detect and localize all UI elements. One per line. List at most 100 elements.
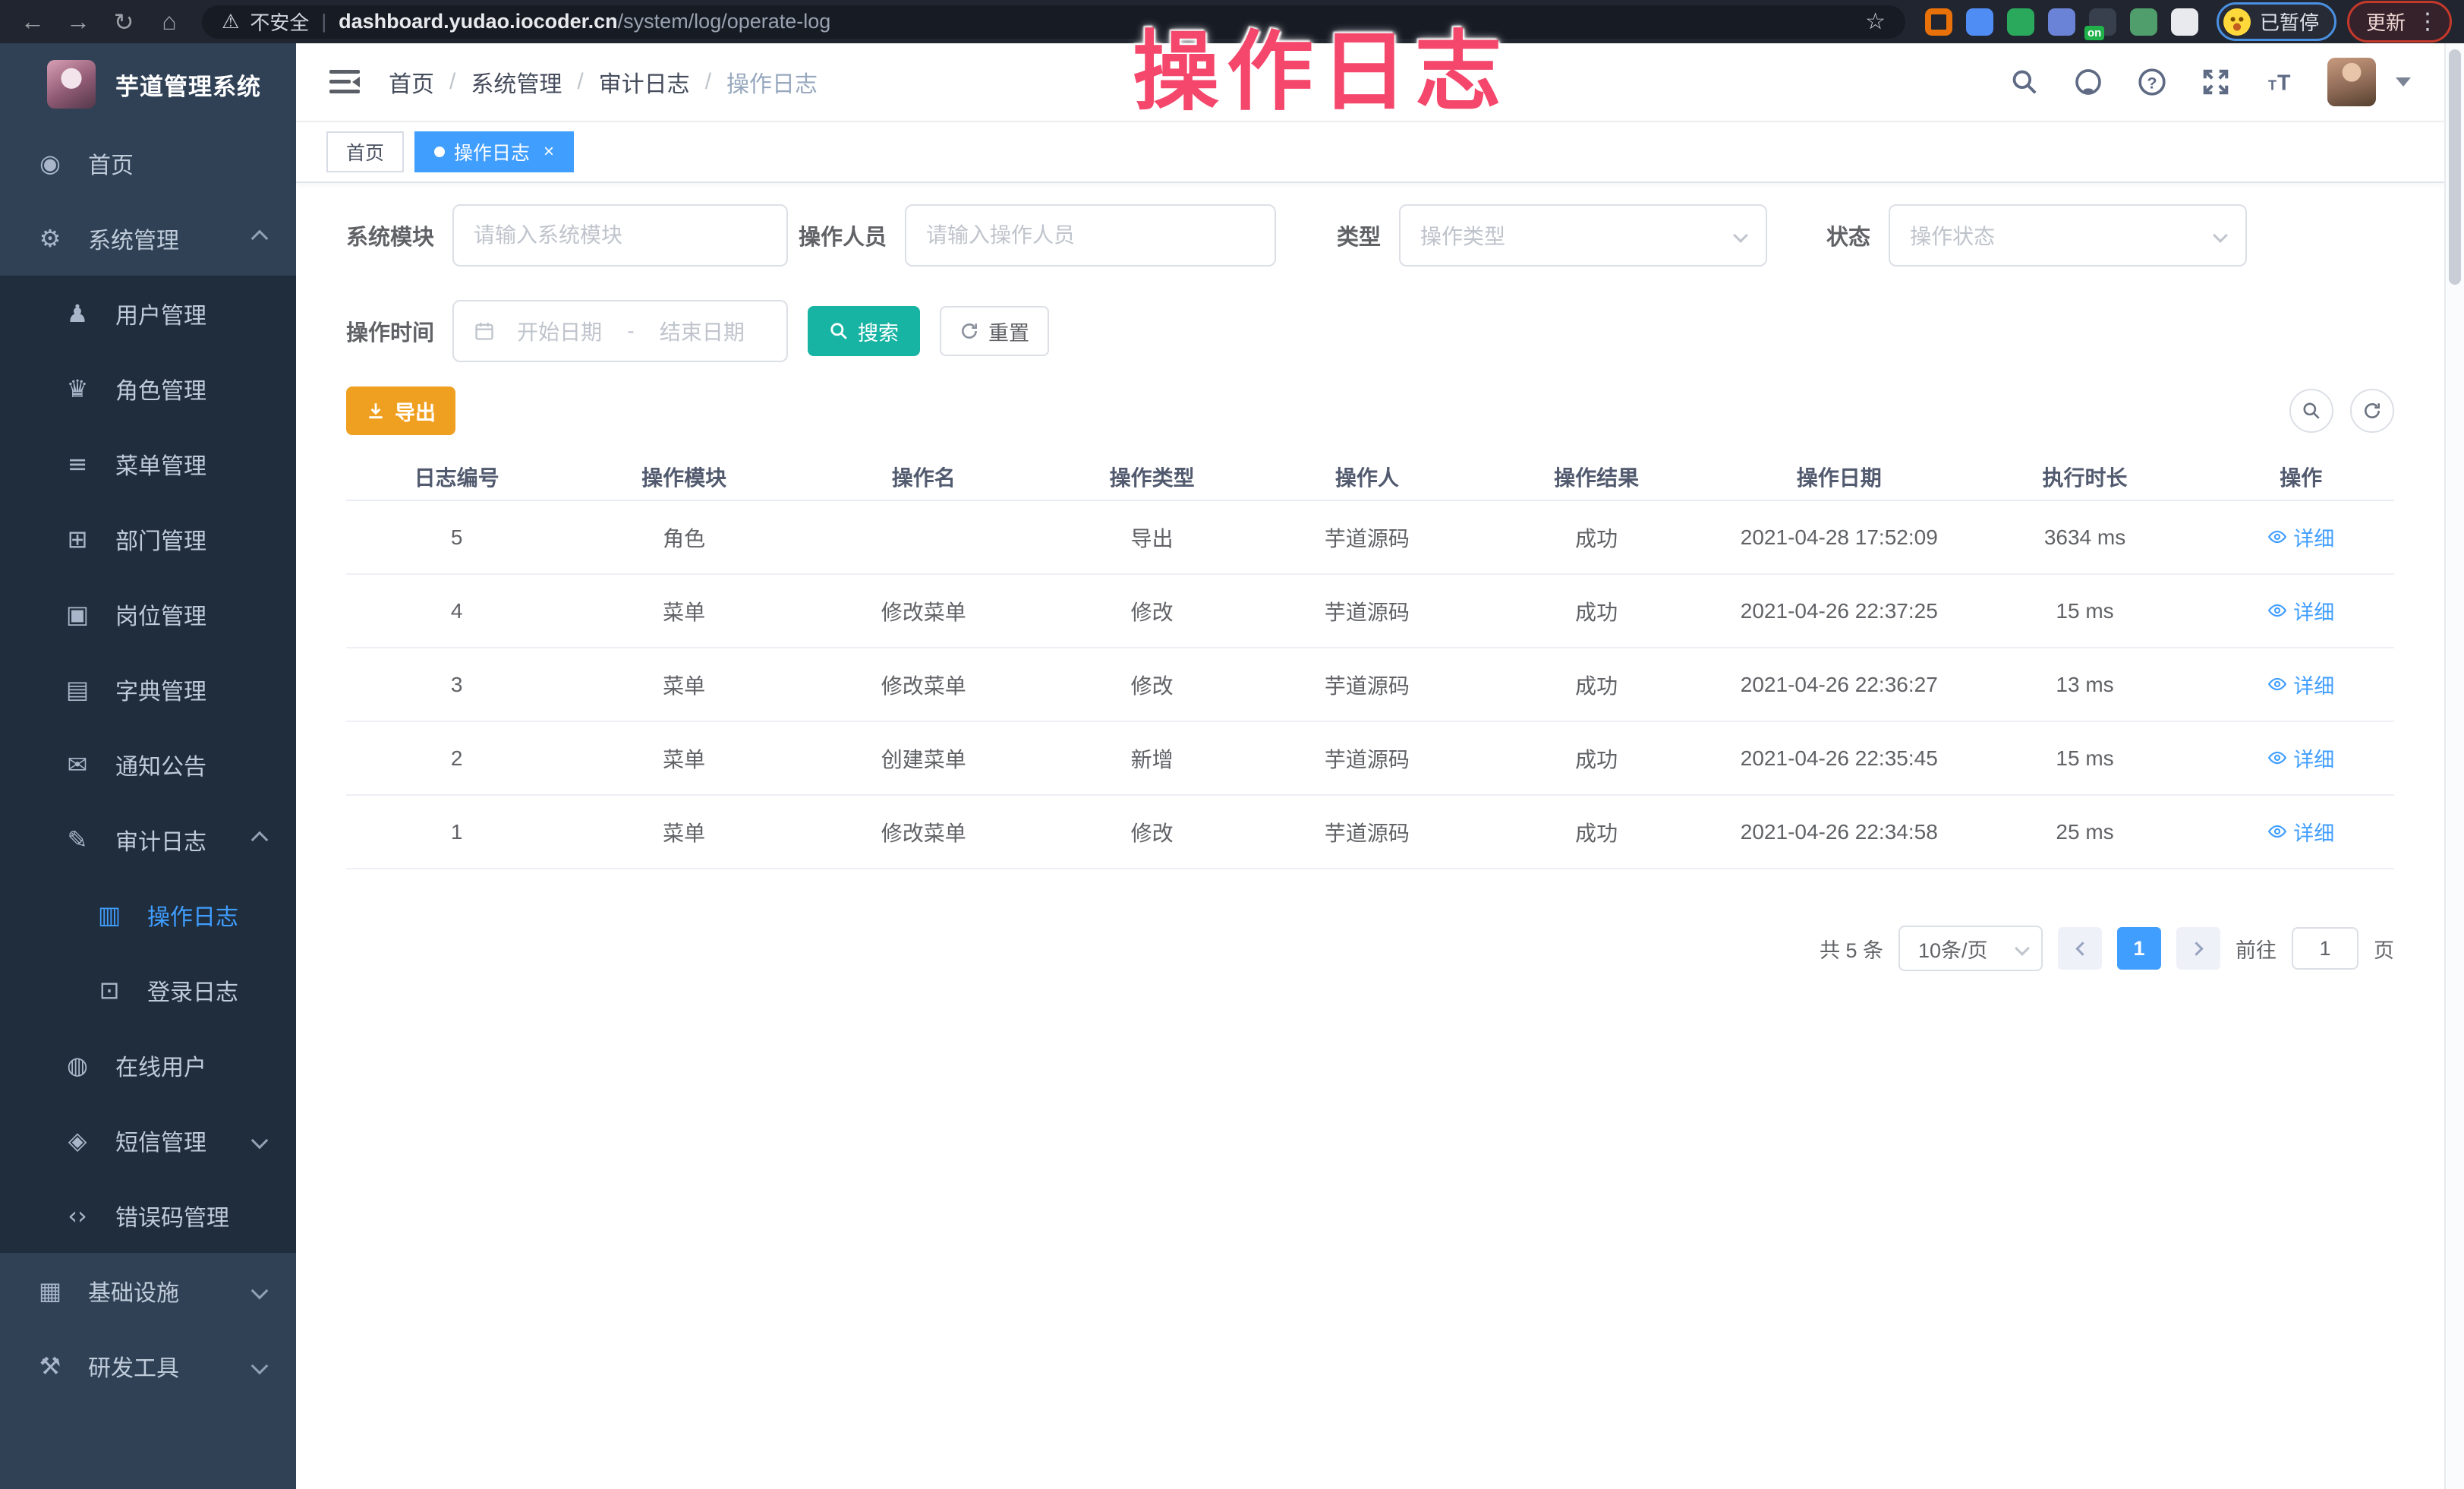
- sidebar-item-roles[interactable]: ♛角色管理: [0, 351, 296, 426]
- close-icon[interactable]: ×: [544, 141, 554, 162]
- url-path: /system/log/operate-log: [618, 10, 831, 33]
- sidebar-item-gear[interactable]: ⚙系统管理: [0, 200, 296, 276]
- app-logo: [47, 60, 96, 109]
- chevron-up-icon: [251, 831, 269, 848]
- browser-menu-icon[interactable]: ⋮: [2416, 8, 2439, 35]
- current-page-button[interactable]: 1: [2117, 927, 2161, 970]
- operator-input[interactable]: [905, 204, 1276, 267]
- extension-orange-ring-icon[interactable]: [1925, 8, 1952, 36]
- home-icon[interactable]: ⌂: [149, 8, 190, 36]
- font-size-icon[interactable]: TT: [2264, 66, 2295, 98]
- sidebar-item-login-log[interactable]: ⊡登录日志: [0, 952, 296, 1027]
- sidebar-item-audit-edit[interactable]: ✎审计日志: [0, 802, 296, 877]
- sidebar-item-dictionary[interactable]: ▤字典管理: [0, 651, 296, 727]
- table-cell: 成功: [1476, 795, 1716, 869]
- sidebar-logo-row[interactable]: 芋道管理系统: [0, 43, 296, 125]
- system-module-input[interactable]: [452, 204, 788, 267]
- sidebar-item-label: 岗位管理: [115, 598, 206, 631]
- avatar[interactable]: [2327, 58, 2376, 106]
- extension-white-puzzle-icon[interactable]: [2171, 8, 2198, 36]
- extension-green-v-icon[interactable]: [2007, 8, 2034, 36]
- tab-home[interactable]: 首页: [326, 131, 404, 172]
- tab-dot: [434, 147, 445, 157]
- sidebar-item-online-users[interactable]: ◍在线用户: [0, 1027, 296, 1103]
- scrollbar-thumb[interactable]: [2449, 49, 2461, 285]
- sidebar-item-operate-log[interactable]: ▥ 操作日志: [0, 877, 296, 952]
- sidebar-item-label: 审计日志: [115, 823, 206, 856]
- sidebar-item-error-code[interactable]: ‹›错误码管理: [0, 1178, 296, 1253]
- forward-icon[interactable]: →: [58, 8, 99, 36]
- github-icon[interactable]: [2072, 66, 2104, 98]
- extension-dark-db-icon[interactable]: on: [2089, 8, 2116, 36]
- detail-link[interactable]: 详细: [2267, 817, 2334, 847]
- sidebar-item-label: 操作日志: [147, 898, 238, 932]
- tab-operate-log[interactable]: 操作日志 ×: [414, 131, 574, 172]
- export-button[interactable]: 导出: [346, 386, 455, 435]
- table-cell: 菜单: [567, 574, 801, 648]
- date-separator: -: [624, 319, 637, 343]
- page-header: 首页/系统管理/审计日志/操作日志 ? TT: [296, 43, 2444, 122]
- back-icon[interactable]: ←: [12, 8, 53, 36]
- status-label: 状态: [1826, 219, 1870, 251]
- sidebar: 芋道管理系统 ◉首页⚙系统管理♟用户管理♛角色管理 ≡ 菜单管理 ⊞部门管理▣岗位管理…: [0, 43, 296, 1489]
- extension-blue-pin-icon[interactable]: [1966, 8, 1993, 36]
- search-icon[interactable]: [2009, 66, 2040, 98]
- bookmark-star-icon[interactable]: ☆: [1865, 8, 1886, 35]
- dictionary-icon: ▤: [61, 675, 94, 704]
- reset-button[interactable]: 重置: [940, 306, 1049, 356]
- start-date-placeholder[interactable]: 开始日期: [495, 316, 624, 346]
- eye-icon: [2267, 822, 2287, 841]
- sidebar-item-label: 菜单管理: [115, 447, 206, 481]
- table-cell: 修改: [1047, 648, 1258, 721]
- page-size-select[interactable]: 10条/页: [1898, 926, 2043, 971]
- extension-green-leaf-icon[interactable]: [2130, 8, 2157, 36]
- sidebar-item-infrastructure[interactable]: ▦基础设施: [0, 1253, 296, 1328]
- sidebar-item-label: 首页: [88, 147, 134, 180]
- sidebar-item-org-tree[interactable]: ⊞部门管理: [0, 501, 296, 576]
- update-label: 更新: [2366, 8, 2406, 36]
- refresh-table-button[interactable]: [2350, 389, 2394, 433]
- detail-link[interactable]: 详细: [2267, 522, 2334, 552]
- detail-link[interactable]: 详细: [2267, 596, 2334, 626]
- sidebar-item-menu-list[interactable]: ≡ 菜单管理: [0, 426, 296, 501]
- breadcrumb-item[interactable]: 系统管理: [471, 65, 562, 99]
- sidebar-item-dashboard[interactable]: ◉首页: [0, 125, 296, 200]
- detail-link[interactable]: 详细: [2267, 743, 2334, 773]
- sidebar-item-announcement[interactable]: ✉通知公告: [0, 727, 296, 802]
- breadcrumb-item[interactable]: 首页: [389, 65, 434, 99]
- goto-page-input[interactable]: [2292, 927, 2358, 970]
- sidebar-item-user[interactable]: ♟用户管理: [0, 276, 296, 351]
- app-title: 芋道管理系统: [115, 68, 261, 102]
- profile-paused-pill[interactable]: 已暂停: [2217, 2, 2336, 41]
- browser-update-button[interactable]: 更新 ⋮: [2347, 1, 2452, 43]
- status-select[interactable]: 操作状态: [1889, 204, 2247, 267]
- sidebar-item-sms-shield[interactable]: ◈短信管理: [0, 1103, 296, 1178]
- end-date-placeholder[interactable]: 结束日期: [638, 316, 767, 346]
- extension-blue-gem-icon[interactable]: [2048, 8, 2075, 36]
- next-page-button[interactable]: [2176, 927, 2220, 970]
- table-cell: 15 ms: [1962, 721, 2208, 795]
- sidebar-item-badge[interactable]: ▣岗位管理: [0, 576, 296, 651]
- prev-page-button[interactable]: [2058, 927, 2102, 970]
- breadcrumb-item[interactable]: 审计日志: [599, 65, 690, 99]
- operate-log-icon: ▥: [93, 901, 126, 929]
- fullscreen-icon[interactable]: [2200, 66, 2232, 98]
- toggle-search-button[interactable]: [2289, 389, 2333, 433]
- browser-scrollbar[interactable]: [2444, 43, 2464, 1489]
- type-select[interactable]: 操作类型: [1399, 204, 1767, 267]
- table-cell: 2021-04-26 22:36:27: [1716, 648, 1962, 721]
- detail-link[interactable]: 详细: [2267, 670, 2334, 699]
- sidebar-item-dev-tools[interactable]: ⚒研发工具: [0, 1328, 296, 1403]
- table-cell: [801, 500, 1047, 574]
- security-label[interactable]: 不安全: [250, 8, 309, 36]
- date-range-picker[interactable]: 开始日期 - 结束日期: [452, 300, 788, 362]
- paused-label: 已暂停: [2260, 8, 2319, 36]
- menu-list-icon: ≡: [61, 450, 94, 478]
- reload-icon[interactable]: ↻: [103, 8, 144, 36]
- address-bar[interactable]: ⚠ 不安全 | dashboard.yudao.iocoder.cn /syst…: [202, 5, 1905, 39]
- chevron-down-icon[interactable]: [2396, 77, 2411, 87]
- help-icon[interactable]: ?: [2136, 66, 2168, 98]
- table-cell: 修改: [1047, 795, 1258, 869]
- hamburger-icon[interactable]: [329, 69, 360, 95]
- search-button[interactable]: 搜索: [808, 306, 920, 356]
